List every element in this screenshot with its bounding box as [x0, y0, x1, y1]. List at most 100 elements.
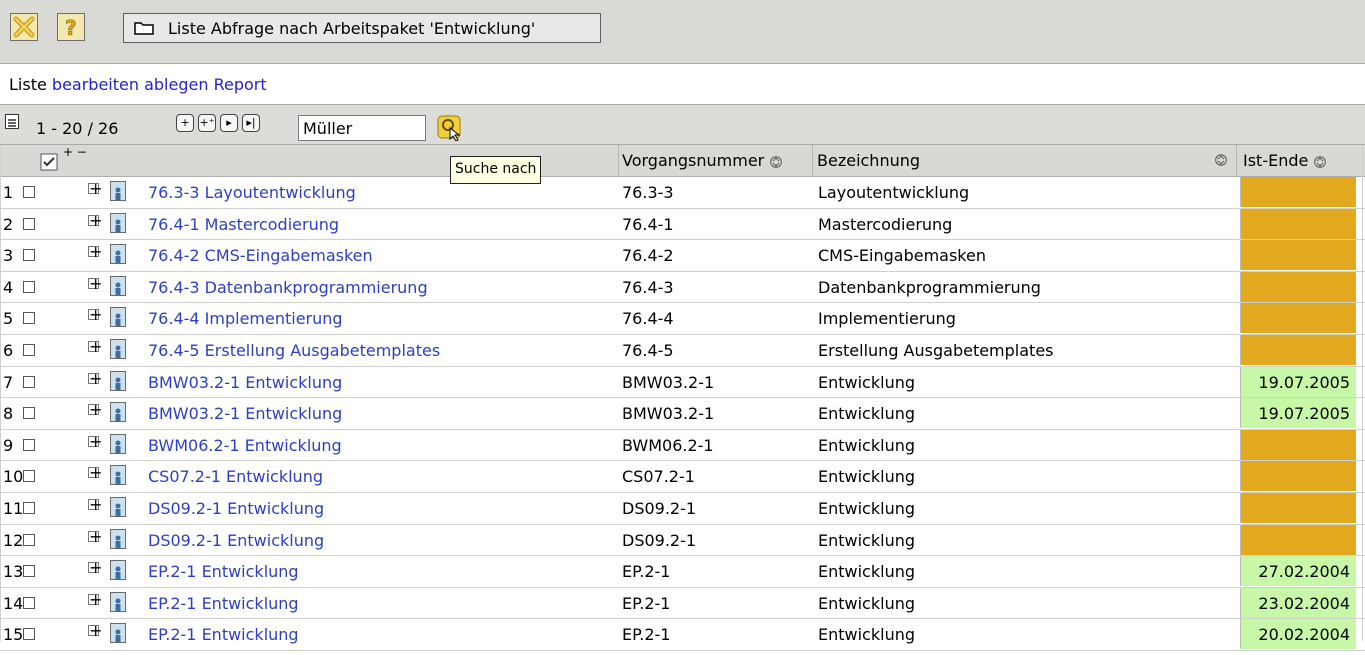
- row-link[interactable]: DS09.2-1 Entwicklung: [148, 493, 324, 524]
- table-header: + − Vorgangsnummer Bezeichnung Ist-Ende: [0, 145, 1365, 177]
- row-checkbox[interactable]: [23, 596, 35, 609]
- row-checkbox[interactable]: [23, 280, 35, 293]
- row-checkbox[interactable]: [23, 565, 35, 578]
- table-row[interactable]: 14 + EP.2-1 Entwicklung EP.2-1 Entwicklung 23…: [0, 587, 1365, 620]
- row-number: 1: [3, 183, 14, 202]
- bezeichnung-cell: Mastercodierung: [818, 214, 953, 234]
- bezeichnung-cell: Entwicklung: [818, 467, 915, 487]
- row-checkbox[interactable]: [23, 407, 35, 420]
- row-checkbox[interactable]: [23, 438, 35, 451]
- sort-icon[interactable]: [1314, 155, 1327, 168]
- row-link[interactable]: 76.4-5 Erstellung Ausgabetemplates: [148, 335, 440, 366]
- row-number: 5: [3, 309, 14, 329]
- sort-icon[interactable]: [770, 155, 783, 168]
- select-all-checkbox[interactable]: [40, 153, 58, 171]
- row-checkbox[interactable]: [23, 501, 35, 514]
- table-row[interactable]: 4 +76.4-3 Datenbankprogrammierung 76.4-3 Da…: [0, 271, 1365, 304]
- pager-info: 1 - 20 / 26: [36, 119, 119, 138]
- table-row[interactable]: 2 +76.4-1 Mastercodierung 76.4-1 Mastercodi…: [0, 208, 1365, 241]
- bezeichnung-cell: Entwicklung: [818, 562, 915, 582]
- expand-row-icon[interactable]: +: [88, 275, 102, 291]
- close-x-icon[interactable]: [10, 13, 38, 41]
- bezeichnung-cell: Entwicklung: [818, 372, 915, 392]
- sort-icon[interactable]: [1215, 154, 1227, 166]
- table-row[interactable]: 8 + BMW03.2-1 Entwicklung BMW03.2-1 Entwickl…: [0, 398, 1365, 430]
- window-title: Liste Abfrage nach Arbeitspaket 'Entwick…: [168, 18, 536, 38]
- table-row[interactable]: 13 + EP.2-1 Entwicklung EP.2-1 Entwicklung 27…: [0, 556, 1365, 588]
- row-checkbox[interactable]: [23, 470, 35, 483]
- expand-row-icon[interactable]: +: [88, 370, 102, 386]
- expand-row-icon[interactable]: +: [88, 591, 102, 607]
- row-link[interactable]: 76.4-4 Implementierung: [148, 303, 343, 334]
- row-number: 13: [3, 562, 24, 582]
- table-row[interactable]: 3 +76.4-2 CMS-Eingabemasken 76.4-2 CMS-Eing…: [0, 240, 1365, 272]
- row-number: 10: [3, 467, 24, 487]
- vorgangsnummer-cell: 76.4-5: [622, 340, 674, 360]
- archive-link[interactable]: ablegen: [144, 75, 208, 94]
- bezeichnung-cell: Entwicklung: [818, 404, 915, 424]
- add-multiple-icon[interactable]: +⁺: [198, 114, 216, 132]
- table-row[interactable]: 6 +76.4-5 Erstellung Ausgabetemplates 76.4…: [0, 334, 1365, 367]
- column-header-ist-ende[interactable]: Ist-Ende: [1236, 145, 1362, 176]
- row-checkbox[interactable]: [23, 249, 35, 262]
- row-link[interactable]: EP.2-1 Entwicklung: [148, 619, 299, 650]
- expand-row-icon[interactable]: +: [88, 338, 102, 354]
- expand-row-icon[interactable]: +: [88, 307, 102, 323]
- expand-row-icon[interactable]: +: [88, 244, 102, 260]
- row-checkbox[interactable]: [23, 533, 35, 546]
- row-link[interactable]: DS09.2-1 Entwicklung: [148, 525, 324, 556]
- expand-collapse-all-icon[interactable]: + −: [63, 145, 87, 176]
- table-row[interactable]: 5 +76.4-4 Implementierung 76.4-4 Implementi…: [0, 303, 1365, 335]
- expand-row-icon[interactable]: +: [88, 212, 102, 228]
- search-input[interactable]: [298, 115, 426, 141]
- vorgangsnummer-cell: 76.3-3: [622, 183, 674, 202]
- table-row[interactable]: 15 + EP.2-1 Entwicklung EP.2-1 Entwicklung 20…: [0, 619, 1365, 651]
- bezeichnung-cell: Entwicklung: [818, 530, 915, 550]
- row-link[interactable]: 76.4-3 Datenbankprogrammierung: [148, 272, 428, 303]
- row-link[interactable]: EP.2-1 Entwicklung: [148, 588, 299, 619]
- row-link[interactable]: EP.2-1 Entwicklung: [148, 556, 299, 587]
- row-link[interactable]: BWM06.2-1 Entwicklung: [148, 430, 342, 461]
- expand-row-icon[interactable]: +: [88, 496, 102, 512]
- row-checkbox[interactable]: [23, 186, 35, 198]
- row-link[interactable]: 76.3-3 Layoutentwicklung: [148, 177, 356, 208]
- row-checkbox[interactable]: [23, 628, 35, 641]
- table-row[interactable]: 12 + DS09.2-1 Entwicklung DS09.2-1 Entwicklu…: [0, 524, 1365, 557]
- column-header-vorgang[interactable]: Vorgangsnummer: [618, 145, 813, 176]
- expand-row-icon[interactable]: +: [88, 402, 102, 418]
- column-header-bezeichnung[interactable]: Bezeichnung: [812, 145, 1237, 176]
- table-row[interactable]: 7 + BMW03.2-1 Entwicklung BMW03.2-1 Entwickl…: [0, 366, 1365, 399]
- row-checkbox[interactable]: [23, 217, 35, 230]
- next-page-icon[interactable]: ▸: [220, 114, 238, 132]
- work-package-icon: [110, 591, 126, 612]
- report-link[interactable]: Report: [214, 75, 267, 94]
- row-link[interactable]: 76.4-2 CMS-Eingabemasken: [148, 240, 373, 271]
- table-row[interactable]: 1 +76.3-3 Layoutentwicklung 76.3-3 Layouten…: [0, 177, 1365, 209]
- window-title-button[interactable]: Liste Abfrage nach Arbeitspaket 'Entwick…: [123, 13, 601, 43]
- row-link[interactable]: 76.4-1 Mastercodierung: [148, 209, 339, 240]
- expand-row-icon[interactable]: +: [88, 433, 102, 449]
- add-icon[interactable]: +: [176, 114, 194, 132]
- row-checkbox[interactable]: [23, 343, 35, 356]
- help-question-icon[interactable]: ?: [57, 13, 85, 41]
- row-link[interactable]: CS07.2-1 Entwicklung: [148, 461, 323, 492]
- row-checkbox[interactable]: [23, 375, 35, 388]
- expand-row-icon[interactable]: +: [88, 560, 102, 576]
- row-link[interactable]: BMW03.2-1 Entwicklung: [148, 367, 342, 398]
- table-row[interactable]: 9 + BWM06.2-1 Entwicklung BWM06.2-1 Entwickl…: [0, 429, 1365, 462]
- expand-row-icon[interactable]: +: [88, 181, 102, 197]
- edit-link[interactable]: bearbeiten: [52, 75, 139, 94]
- expand-row-icon[interactable]: +: [88, 623, 102, 639]
- table-row[interactable]: 10 + CS07.2-1 Entwicklung CS07.2-1 Entwicklu…: [0, 461, 1365, 493]
- row-checkbox[interactable]: [23, 312, 35, 325]
- search-tooltip: Suche nach: [450, 156, 542, 184]
- expand-row-icon[interactable]: +: [88, 528, 102, 544]
- expand-row-icon[interactable]: +: [88, 465, 102, 481]
- work-package-icon: [110, 433, 126, 454]
- search-icon[interactable]: [437, 115, 463, 141]
- table-row[interactable]: 11 + DS09.2-1 Entwicklung DS09.2-1 Entwicklu…: [0, 492, 1365, 525]
- list-view-icon[interactable]: [5, 114, 19, 129]
- last-page-icon[interactable]: ▸|: [242, 114, 260, 132]
- row-link[interactable]: BMW03.2-1 Entwicklung: [148, 398, 342, 429]
- bezeichnung-cell: Entwicklung: [818, 625, 915, 645]
